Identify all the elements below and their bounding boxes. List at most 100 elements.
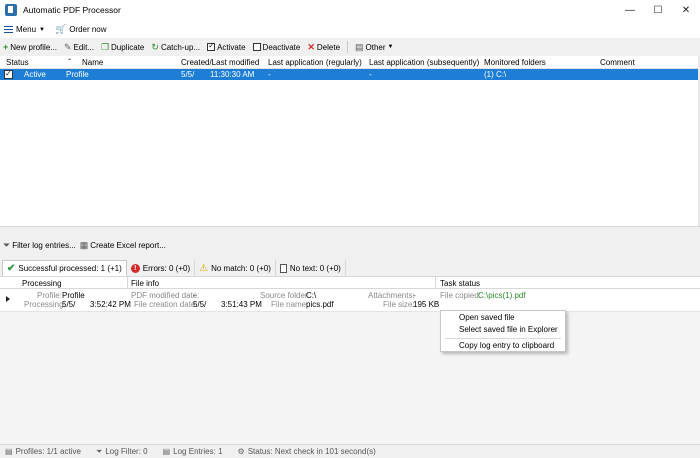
document-icon xyxy=(279,263,287,273)
row-last-regular: - xyxy=(268,70,271,79)
maximize-button[interactable]: ☐ xyxy=(644,0,672,20)
column-monitored-folders[interactable]: Monitored folders xyxy=(484,58,546,67)
row-last-subsequent: - xyxy=(369,70,372,79)
duplicate-icon: ❐ xyxy=(100,41,110,52)
filter-icon: ⏷ xyxy=(95,446,103,456)
filter-log-label: Filter log entries... xyxy=(12,241,76,250)
column-status[interactable]: Status xyxy=(6,58,29,67)
other-label: Other xyxy=(365,42,386,52)
row-modified-time: 11:30:30 AM xyxy=(210,70,255,79)
menu-button[interactable]: Menu ▼ xyxy=(4,25,45,34)
row-indicator-icon xyxy=(6,296,10,302)
log-column-file-info[interactable]: File info xyxy=(131,279,159,288)
tab-errors-label: Errors: 0 (+0) xyxy=(142,263,191,273)
chevron-down-icon: ▼ xyxy=(387,44,394,50)
delete-button[interactable]: ✕ Delete xyxy=(307,42,341,52)
profile-label: Profile: xyxy=(37,291,62,300)
grid-icon: ▤ xyxy=(5,447,13,456)
menu-item-copy-log-entry[interactable]: Copy log entry to clipboard xyxy=(459,341,554,350)
sort-ascending-icon: ⌃ xyxy=(67,59,73,65)
profile-toolbar: + New profile... ✎ Edit... ❐ Duplicate ↻… xyxy=(0,38,700,56)
deactivate-label: Deactivate xyxy=(262,42,301,52)
list-icon: ▤ xyxy=(162,447,171,456)
processing-time: 3:52:42 PM xyxy=(90,300,131,309)
attachments-value: - xyxy=(413,291,416,300)
hamburger-icon xyxy=(4,26,13,33)
activate-button[interactable]: Activate xyxy=(207,41,246,52)
profile-row[interactable]: Active Profile 5/5/ 11:30:30 AM - - (1) … xyxy=(0,69,698,80)
status-log-filter: ⏷ Log Filter: 0 xyxy=(96,447,148,457)
edit-button[interactable]: ✎ Edit... xyxy=(63,41,94,52)
new-profile-button[interactable]: + New profile... xyxy=(3,41,57,52)
file-size-label: File size: xyxy=(383,300,415,309)
log-table-header: Processing File info Task status xyxy=(0,277,700,289)
row-created: 5/5/ xyxy=(181,70,195,79)
status-log-entries-text: Log Entries: 1 xyxy=(173,447,223,456)
row-checkbox[interactable] xyxy=(4,69,13,79)
status-bar: ▤ Profiles: 1/1 active ⏷ Log Filter: 0 ▤… xyxy=(0,444,700,458)
duplicate-label: Duplicate xyxy=(111,42,145,52)
close-button[interactable]: ✕ xyxy=(672,0,700,20)
status-profiles: ▤ Profiles: 1/1 active xyxy=(5,447,81,456)
plus-icon: + xyxy=(3,41,9,52)
column-divider xyxy=(127,277,128,289)
tab-no-match-label: No match: 0 (+0) xyxy=(211,263,271,273)
column-comment[interactable]: Comment xyxy=(600,58,635,67)
file-copied-link[interactable]: C:\pics(1).pdf xyxy=(478,291,526,300)
profile-value: Profile xyxy=(62,291,85,300)
log-entry-row[interactable]: Profile: Profile Processing: 5/5/ 3:52:4… xyxy=(0,289,700,312)
order-now-button[interactable]: 🛒 Order now xyxy=(55,24,107,35)
catch-up-label: Catch-up... xyxy=(160,42,201,52)
row-status: Active xyxy=(24,70,46,79)
processing-label: Processing: xyxy=(24,300,66,309)
tab-errors[interactable]: ! Errors: 0 (+0) xyxy=(127,260,196,276)
file-name-label: File name: xyxy=(271,300,309,309)
duplicate-button[interactable]: ❐ Duplicate xyxy=(100,41,145,52)
status-next-check-text: Status: Next check in 101 second(s) xyxy=(247,447,376,456)
menu-item-open-saved-file[interactable]: Open saved file xyxy=(459,313,515,322)
log-tabs: ✔ Successful processed: 1 (+1) ! Errors:… xyxy=(0,257,700,276)
app-icon xyxy=(5,4,17,16)
status-log-filter-text: Log Filter: 0 xyxy=(105,447,148,456)
menu-item-select-in-explorer[interactable]: Select saved file in Explorer xyxy=(459,325,558,334)
file-copied-label: File copied: xyxy=(440,291,481,300)
log-column-processing[interactable]: Processing xyxy=(22,279,62,288)
delete-label: Delete xyxy=(316,42,341,52)
menu-label: Menu xyxy=(16,25,37,34)
toolbar-divider xyxy=(347,41,349,53)
column-last-subsequent[interactable]: Last application (subsequently) xyxy=(369,58,479,67)
activate-label: Activate xyxy=(217,42,246,52)
source-folder-label: Source folder: xyxy=(260,291,310,300)
wrench-icon: ✎ xyxy=(63,41,72,52)
catch-up-button[interactable]: ↻ Catch-up... xyxy=(151,41,201,52)
activate-checkbox-icon xyxy=(207,41,216,51)
log-column-task-status[interactable]: Task status xyxy=(440,279,480,288)
deactivate-checkbox-icon xyxy=(252,43,261,51)
column-name[interactable]: Name xyxy=(82,58,103,67)
source-folder-value: C:\ xyxy=(306,291,317,300)
panel-splitter[interactable] xyxy=(0,226,700,234)
minimize-button[interactable]: — xyxy=(616,0,644,20)
error-icon: ! xyxy=(130,263,140,273)
column-last-regular[interactable]: Last application (regularly) xyxy=(268,58,362,67)
tab-no-text[interactable]: No text: 0 (+0) xyxy=(276,260,346,276)
excel-report-button[interactable]: ▦ Create Excel report... xyxy=(80,241,166,251)
filter-log-button[interactable]: ⏷ Filter log entries... xyxy=(3,241,76,251)
file-creation-time: 3:51:43 PM xyxy=(221,300,262,309)
deactivate-button[interactable]: Deactivate xyxy=(252,42,301,52)
order-now-label: Order now xyxy=(69,25,107,34)
menu-bar: Menu ▼ 🛒 Order now xyxy=(0,21,700,38)
profiles-table-header: Status ⌃ Name Created/Last modified Last… xyxy=(0,56,700,69)
tab-no-match[interactable]: ⚠ No match: 0 (+0) xyxy=(195,260,276,276)
warning-icon: ⚠ xyxy=(199,262,209,274)
tab-successful[interactable]: ✔ Successful processed: 1 (+1) xyxy=(2,260,127,276)
processing-value: 5/5/ xyxy=(62,300,76,309)
column-created[interactable]: Created/Last modified xyxy=(181,58,259,67)
attachments-label: Attachments: xyxy=(368,291,415,300)
refresh-icon: ↻ xyxy=(151,41,159,52)
chevron-down-icon: ▼ xyxy=(39,26,45,33)
tab-successful-label: Successful processed: 1 (+1) xyxy=(18,264,122,273)
other-button[interactable]: ▤ Other ▼ xyxy=(355,42,394,52)
file-creation-value: 5/5/ xyxy=(193,300,207,309)
window-controls: — ☐ ✕ xyxy=(616,0,700,20)
